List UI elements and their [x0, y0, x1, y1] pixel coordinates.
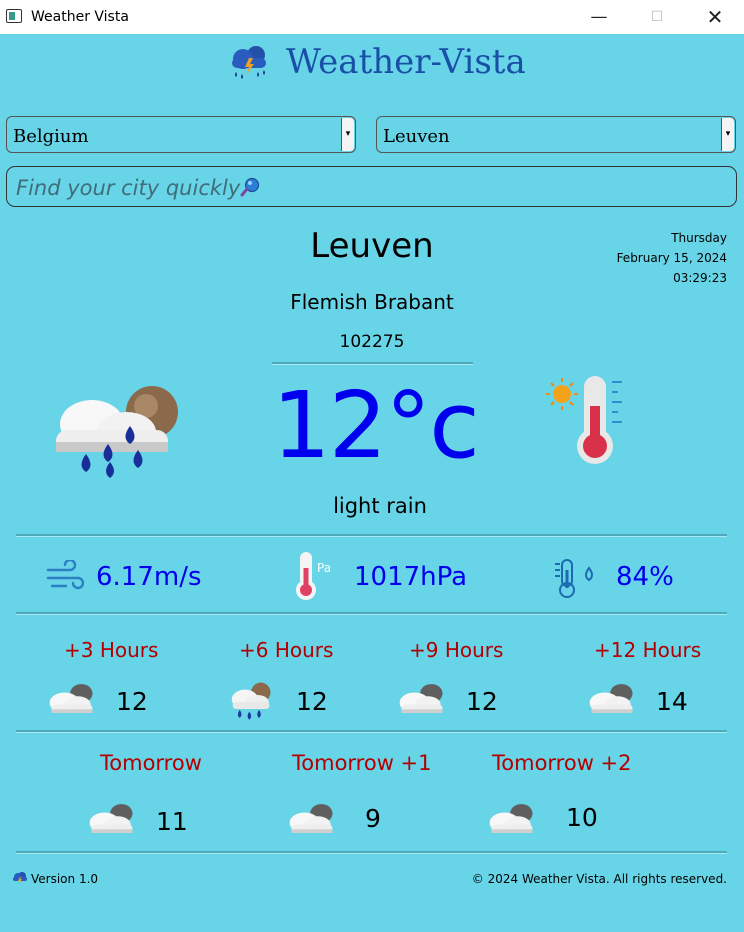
daily-temp: 9 — [365, 804, 381, 833]
window-titlebar: Weather Vista — ☐ ✕ — [0, 0, 744, 34]
cloudy-icon — [284, 800, 340, 838]
search-placeholder: Find your city quickly — [16, 176, 241, 200]
pressure-value: 1017hPa — [354, 562, 468, 592]
maximize-button[interactable]: ☐ — [628, 0, 686, 34]
cloudy-icon — [84, 800, 140, 838]
divider — [16, 730, 727, 733]
hourly-label: +3 Hours — [64, 638, 159, 662]
rain-cloud-icon — [224, 680, 280, 724]
hourly-temp: 12 — [466, 687, 498, 716]
divider — [272, 362, 473, 365]
country-select[interactable]: Belgium ▾ — [6, 116, 356, 153]
hourly-temp: 14 — [656, 687, 688, 716]
daily-temp: 11 — [156, 807, 188, 836]
daily-label: Tomorrow +2 — [492, 751, 632, 775]
daily-label: Tomorrow +1 — [292, 751, 432, 775]
date-time: Thursday February 15, 2024 03:29:23 — [617, 228, 727, 288]
cloudy-icon — [394, 680, 450, 718]
wind-speed: 6.17m/s — [96, 562, 202, 592]
thermometer-icon — [546, 376, 622, 464]
day-of-week: Thursday — [671, 231, 727, 245]
search-icon[interactable] — [239, 176, 261, 198]
hourly-label: +12 Hours — [594, 638, 702, 662]
hourly-temp: 12 — [116, 687, 148, 716]
cloudy-icon — [484, 800, 540, 838]
chevron-down-icon[interactable]: ▾ — [341, 118, 354, 151]
rain-cloud-icon — [56, 386, 178, 478]
copyright-label: © 2024 Weather Vista. All rights reserve… — [471, 872, 727, 886]
version-label: Version 1.0 — [31, 872, 99, 886]
pressure-unit-label: Pa — [317, 561, 331, 575]
city-id: 102275 — [339, 332, 405, 352]
window-title: Weather Vista — [31, 9, 129, 25]
divider — [16, 534, 727, 537]
city-select-value: Leuven — [383, 126, 450, 147]
close-button[interactable]: ✕ — [686, 0, 744, 34]
divider — [16, 612, 727, 615]
region-name: Flemish Brabant — [290, 290, 454, 314]
app-title: Weather-Vista — [286, 42, 526, 82]
cloudy-icon — [584, 680, 640, 718]
humidity-value: 84% — [616, 562, 674, 592]
app-icon — [6, 9, 22, 23]
weather-logo-icon — [13, 872, 27, 884]
daily-temp: 10 — [566, 803, 598, 832]
hourly-label: +9 Hours — [409, 638, 504, 662]
date: February 15, 2024 — [616, 251, 727, 265]
minimize-button[interactable]: — — [570, 0, 628, 34]
city-select[interactable]: Leuven ▾ — [376, 116, 736, 153]
humidity-icon — [555, 559, 593, 598]
current-temperature: 12°c — [272, 372, 480, 479]
city-search-input[interactable]: Find your city quickly — [6, 166, 737, 207]
cloudy-icon — [44, 680, 100, 718]
weather-description: light rain — [333, 494, 427, 518]
hourly-label: +6 Hours — [239, 638, 334, 662]
pressure-icon: Pa — [296, 552, 331, 600]
divider — [16, 851, 727, 854]
time: 03:29:23 — [673, 271, 727, 285]
weather-logo-icon — [232, 46, 266, 79]
daily-label: Tomorrow — [100, 751, 202, 775]
country-select-value: Belgium — [13, 126, 89, 147]
wind-icon — [46, 560, 84, 590]
chevron-down-icon[interactable]: ▾ — [721, 118, 734, 151]
hourly-temp: 12 — [296, 687, 328, 716]
